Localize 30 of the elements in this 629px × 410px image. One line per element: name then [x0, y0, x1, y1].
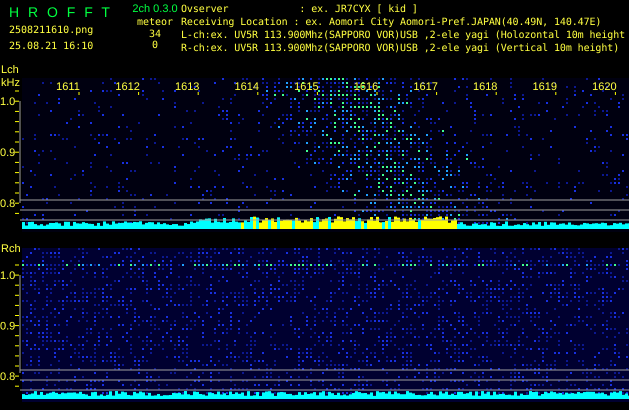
frequency-label: 1617: [413, 81, 438, 93]
count-value: 0: [150, 40, 160, 51]
frequency-label: 1612: [115, 81, 140, 93]
y-axis-label: 0.8: [0, 198, 16, 210]
frequency-label: 1618: [472, 81, 498, 93]
frequency-label: 1619: [532, 81, 558, 93]
version-label: 2ch 0.3.0: [131, 3, 179, 16]
info-line: Receiving Location : ex. Aomori City Aomori-Pref.JAPAN(40.49N, 140.47E): [181, 16, 602, 29]
mode-label: meteor: [136, 16, 174, 29]
frequency-label: 1611: [56, 81, 80, 93]
info-line: Ovserver : ex. JR7CYX [ kid ]: [181, 3, 419, 16]
y-axis-label: 0.8: [0, 371, 16, 383]
unit-label: kHz: [1, 77, 20, 89]
y-axis-label: 1.0: [0, 270, 16, 282]
y-axis-label: 0.9: [0, 320, 16, 332]
frequency-label: 1620: [592, 81, 617, 93]
file-name: 2508211610.png: [9, 24, 94, 37]
channel-label: Lch: [1, 64, 19, 76]
y-axis-label: 0.9: [0, 147, 16, 159]
channel-label: Rch: [1, 243, 21, 255]
frequency-label: 1614: [234, 81, 260, 93]
info-line: L-ch:ex. UV5R 113.900Mhz(SAPPORO VOR)USB ,2-ele yagi (Holozontal 10m height: [181, 29, 626, 42]
frequency-label: 1615: [294, 81, 319, 93]
frequency-label: 1613: [174, 81, 200, 93]
frequency-label: 1616: [354, 81, 378, 93]
count-value: 34: [148, 29, 162, 40]
date-time: 25.08.21 16:10: [9, 40, 94, 53]
y-axis-label: 1.0: [0, 96, 16, 108]
info-line: R-ch:ex. UV5R 113.900Mhz(SAPPORO VOR)USB ,2-ele yagi (Vertical 10m height): [181, 42, 620, 55]
app-title: H R O F F T: [9, 3, 111, 21]
